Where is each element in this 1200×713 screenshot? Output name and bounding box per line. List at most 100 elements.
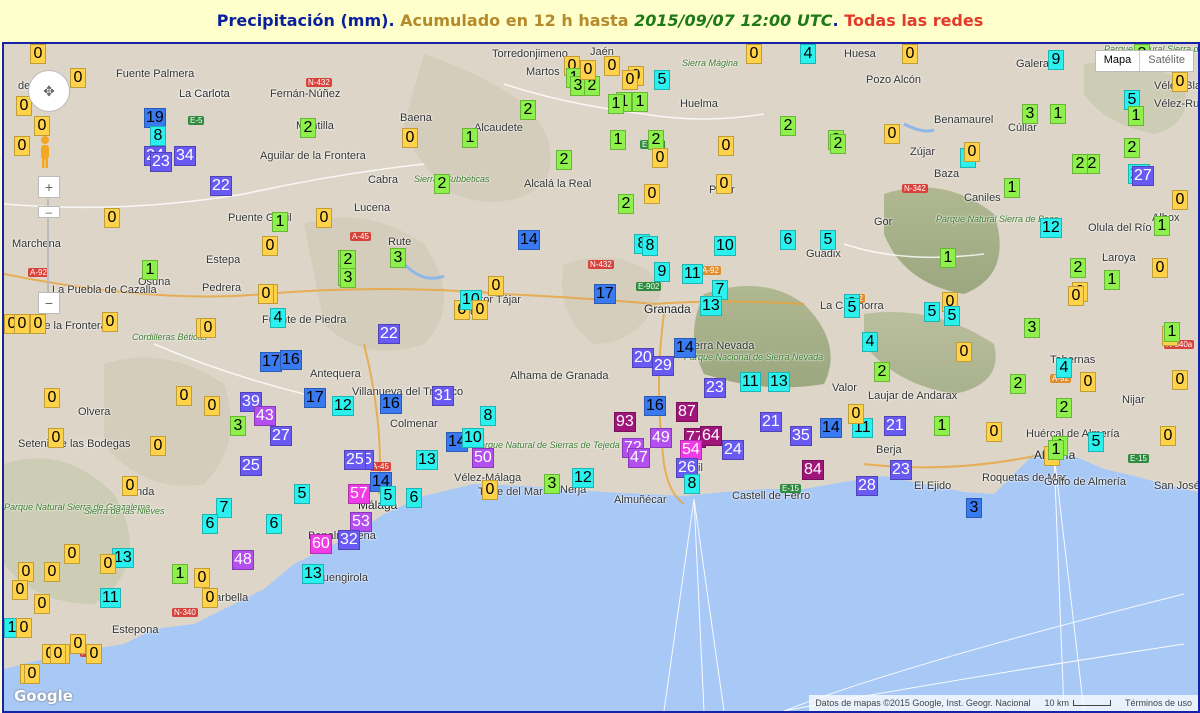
station-value[interactable]: 1 [1004,178,1020,198]
station-value[interactable]: 8 [150,126,166,146]
station-value[interactable]: 87 [676,402,698,422]
station-value[interactable]: 2 [780,116,796,136]
station-value[interactable]: 2 [1070,258,1086,278]
station-value[interactable]: 13 [768,372,790,392]
station-value[interactable]: 3 [1024,318,1040,338]
map-type-satellite-button[interactable]: Satélite [1140,51,1193,71]
station-value[interactable]: 0 [14,314,30,334]
station-value[interactable]: 5 [820,230,836,250]
station-value[interactable]: 2 [556,150,572,170]
station-value[interactable]: 17 [304,388,326,408]
station-value[interactable]: 6 [406,488,422,508]
station-value[interactable]: 27 [270,426,292,446]
zoom-slider-handle[interactable]: – [38,206,60,218]
station-value[interactable]: 31 [432,386,454,406]
station-value[interactable]: 0 [488,276,504,296]
station-value[interactable]: 0 [652,148,668,168]
station-value[interactable]: 3 [1022,104,1038,124]
zoom-out-button[interactable]: − [38,292,60,314]
station-value[interactable]: 21 [760,412,782,432]
station-value[interactable]: 8 [480,406,496,426]
station-value[interactable]: 20 [632,348,654,368]
station-value[interactable]: 48 [232,550,254,570]
station-value[interactable]: 1 [462,128,478,148]
pegman-icon[interactable] [38,134,52,170]
station-value[interactable]: 12 [1040,218,1062,238]
station-value[interactable]: 0 [402,128,418,148]
station-value[interactable]: 6 [780,230,796,250]
station-value[interactable]: 2 [300,118,316,138]
station-value[interactable]: 11 [100,588,121,608]
station-value[interactable]: 17 [260,352,282,372]
station-value[interactable]: 0 [200,318,216,338]
station-value[interactable]: 24 [722,440,744,460]
station-value[interactable]: 7 [216,498,232,518]
station-value[interactable]: 0 [70,68,86,88]
station-value[interactable]: 0 [1172,190,1188,210]
station-value[interactable]: 1 [172,564,188,584]
station-value[interactable]: 10 [714,236,736,256]
station-value[interactable]: 0 [1160,426,1176,446]
station-value[interactable]: 0 [716,174,732,194]
station-value[interactable]: 16 [380,394,402,414]
station-value[interactable]: 0 [204,396,220,416]
station-value[interactable]: 25 [240,456,262,476]
station-value[interactable]: 84 [802,460,824,480]
station-value[interactable]: 1 [1128,106,1144,126]
station-value[interactable]: 19 [144,108,166,128]
station-value[interactable]: 53 [350,512,372,532]
station-value[interactable]: 9 [1048,50,1064,70]
station-value[interactable]: 0 [18,562,34,582]
station-value[interactable]: 27 [1132,166,1154,186]
station-value[interactable]: 0 [16,618,32,638]
station-value[interactable]: 0 [644,184,660,204]
station-value[interactable]: 22 [210,176,232,196]
station-value[interactable]: 1 [142,260,158,280]
station-value[interactable]: 64 [700,426,722,446]
station-value[interactable]: 8 [642,236,658,256]
station-value[interactable]: 12 [332,396,354,416]
station-value[interactable]: 3 [390,248,406,268]
station-value[interactable]: 0 [44,562,60,582]
station-value[interactable]: 0 [44,388,60,408]
precipitation-map[interactable]: Torredonjimeno Jaén Huesa Martos Sierra Mági… [2,42,1200,713]
station-value[interactable]: 28 [856,476,878,496]
station-value[interactable]: 0 [746,44,762,64]
station-value[interactable]: 0 [482,480,498,500]
station-value[interactable]: 25 [344,450,366,470]
station-value[interactable]: 1 [1048,440,1064,460]
station-value[interactable]: 0 [258,284,274,304]
station-value[interactable]: 1 [1050,104,1066,124]
station-value[interactable]: 2 [648,130,664,150]
station-value[interactable]: 0 [622,70,638,90]
station-value[interactable]: 0 [956,342,972,362]
station-value[interactable]: 2 [1124,138,1140,158]
station-value[interactable]: 2 [434,174,450,194]
station-value[interactable]: 0 [30,44,46,64]
station-value[interactable]: 1 [1104,270,1120,290]
station-value[interactable]: 0 [1172,72,1188,92]
station-value[interactable]: 0 [964,142,980,162]
map-type-map-button[interactable]: Mapa [1096,51,1141,71]
station-value[interactable]: 0 [1068,286,1084,306]
station-value[interactable]: 5 [1088,432,1104,452]
station-value[interactable]: 14 [674,338,696,358]
station-value[interactable]: 0 [14,136,30,156]
station-value[interactable]: 0 [150,436,166,456]
station-value[interactable]: 2 [1010,374,1026,394]
station-value[interactable]: 17 [594,284,616,304]
station-value[interactable]: 93 [614,412,636,432]
station-value[interactable]: 0 [194,568,210,588]
station-value[interactable]: 6 [202,514,218,534]
station-value[interactable]: 2 [1056,398,1072,418]
station-value[interactable]: 0 [104,208,120,228]
station-value[interactable]: 23 [704,378,726,398]
station-value[interactable]: 0 [102,312,118,332]
station-value[interactable]: 2 [340,250,356,270]
station-value[interactable]: 23 [150,152,172,172]
station-value[interactable]: 14 [518,230,540,250]
station-value[interactable]: 2 [520,100,536,120]
station-value[interactable]: 50 [472,448,494,468]
station-value[interactable]: 0 [122,476,138,496]
station-value[interactable]: 0 [1172,370,1188,390]
